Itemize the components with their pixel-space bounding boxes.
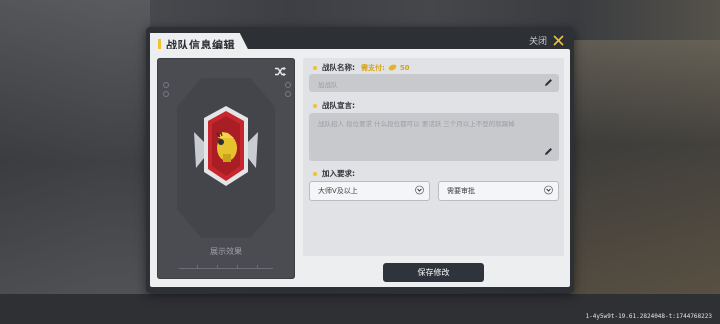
bullet [313, 171, 317, 176]
team-info-form: 战队名称: 需支付: 50 加战队 战队宣言: 战队招人 段位要求 什么段位都可… [303, 58, 564, 256]
bullet [313, 65, 317, 70]
preview-scale-bar [179, 268, 273, 269]
team-name-label-row: 战队名称: 需支付: 50 [313, 62, 410, 73]
edit-declaration-pencil-icon[interactable] [544, 147, 553, 156]
build-id: 1-4y5w9t-19.61.2824048-t:1744768223 [585, 313, 712, 320]
save-button[interactable]: 保存修改 [383, 263, 484, 282]
shuffle-icon[interactable] [274, 66, 287, 77]
cost-info: 需支付: 50 [361, 63, 410, 73]
declaration-textarea[interactable]: 战队招人 段位要求 什么段位都可以 要活跃 三个月以上不登的就踢掉 [309, 113, 559, 161]
declaration-label: 战队宣言: [322, 101, 355, 110]
coin-icon [388, 64, 397, 71]
chevron-down-icon [415, 185, 424, 195]
close-label: 关闭 [528, 36, 547, 47]
team-edit-dialog: 战队信息编辑 关闭 展示效果 战队名称: 需支付: 50 加战队 战队宣言: 战… [146, 27, 574, 293]
approval-selected-value: 需要审批 [447, 187, 475, 195]
emblem-preview-panel: 展示效果 [157, 58, 295, 279]
rank-selected-value: 大师V及以上 [318, 187, 358, 195]
scale-tick [237, 265, 238, 269]
chevron-down-icon [544, 185, 553, 195]
edit-name-pencil-icon[interactable] [544, 78, 553, 87]
cost-label: 需支付: [361, 63, 385, 72]
requirements-label: 加入要求: [322, 169, 355, 178]
declaration-placeholder: 战队招人 段位要求 什么段位都可以 要活跃 三个月以上不登的就踢掉 [318, 120, 515, 128]
cost-value: 50 [399, 63, 410, 72]
scale-tick [217, 265, 218, 269]
preview-dots-right [285, 82, 291, 100]
team-name-input[interactable]: 加战队 [309, 74, 559, 92]
close-icon [553, 34, 564, 46]
team-name-placeholder: 加战队 [318, 81, 338, 89]
requirements-label-row: 加入要求: [313, 168, 355, 179]
preview-dots-left [163, 82, 169, 100]
close-button[interactable]: 关闭 [529, 32, 564, 48]
background-blur-right [570, 40, 720, 300]
team-emblem [194, 106, 258, 186]
preview-label: 展示效果 [210, 247, 242, 256]
background-blur-left [0, 0, 150, 324]
approval-requirement-select[interactable]: 需要审批 [438, 181, 559, 201]
declaration-label-row: 战队宣言: [313, 100, 355, 111]
bullet [313, 103, 317, 108]
scale-tick [197, 265, 198, 269]
scale-tick [257, 265, 258, 269]
rank-requirement-select[interactable]: 大师V及以上 [309, 181, 430, 201]
team-name-label: 战队名称: [322, 63, 355, 72]
